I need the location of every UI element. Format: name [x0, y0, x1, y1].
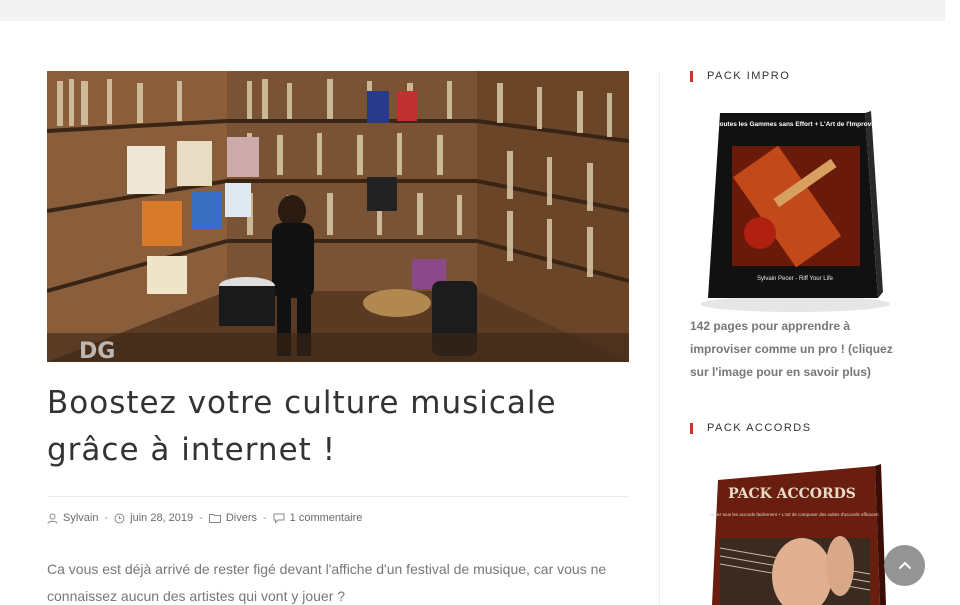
meta-comments: 1 commentaire	[273, 512, 363, 524]
widget-title-text: PACK IMPRO	[707, 70, 791, 82]
cover-title: Jouer toutes les Gammes sans Effort + L'…	[698, 121, 892, 128]
featured-image[interactable]: DG	[47, 71, 629, 362]
widget-title-pack-impro: PACK IMPRO	[690, 70, 790, 82]
chevron-up-icon	[898, 561, 911, 570]
meta-author: Sylvain	[47, 512, 98, 524]
meta-divider	[47, 496, 629, 497]
meta-separator: -	[262, 512, 267, 524]
meta-date: juin 28, 2019	[114, 512, 193, 524]
category-link[interactable]: Divers	[226, 512, 257, 524]
meta-category: Divers	[208, 512, 257, 524]
scroll-to-top-button[interactable]	[884, 545, 925, 586]
sidebar-divider	[659, 71, 660, 605]
widget-title-accent	[690, 70, 693, 82]
record-store-photo: DG	[47, 71, 629, 362]
comments-link[interactable]: 1 commentaire	[290, 512, 363, 524]
top-bar	[0, 0, 945, 21]
clock-icon	[114, 513, 125, 523]
widget-title-pack-accords: PACK ACCORDS	[690, 422, 812, 434]
user-icon	[47, 513, 58, 524]
pack-impro-cover[interactable]: Jouer toutes les Gammes sans Effort + L'…	[690, 108, 900, 314]
cover-title: PACK ACCORDS	[728, 486, 856, 502]
meta-separator: -	[199, 512, 203, 524]
meta-separator: -	[104, 512, 109, 524]
image-watermark: DG	[79, 339, 115, 362]
folder-icon	[208, 514, 221, 523]
widget-title-text: PACK ACCORDS	[707, 422, 812, 434]
cover-subtitle: Jouez tous les accords facilement + L'ar…	[709, 512, 879, 517]
pack-impro-description[interactable]: 142 pages pour apprendre à improviser co…	[690, 315, 905, 384]
author-link[interactable]: Sylvain	[63, 512, 98, 524]
book-cover-image: Jouer toutes les Gammes sans Effort + L'…	[690, 108, 900, 314]
post-title[interactable]: Boostez votre culture musicale grâce à i…	[47, 380, 607, 474]
post-excerpt: Ca vous est déjà arrivé de rester figé d…	[47, 561, 607, 604]
cover-author: Sylvain Pecer - Riff Your Life	[757, 276, 834, 282]
post-meta: Sylvain - juin 28, 2019 - Divers - 1 com…	[47, 512, 362, 524]
comment-icon	[273, 513, 285, 524]
post-date: juin 28, 2019	[130, 512, 194, 524]
pack-accords-cover[interactable]: PACK ACCORDS Jouez tous les accords faci…	[690, 458, 900, 605]
widget-title-accent	[690, 422, 693, 434]
book-cover-image: PACK ACCORDS Jouez tous les accords faci…	[690, 458, 900, 605]
